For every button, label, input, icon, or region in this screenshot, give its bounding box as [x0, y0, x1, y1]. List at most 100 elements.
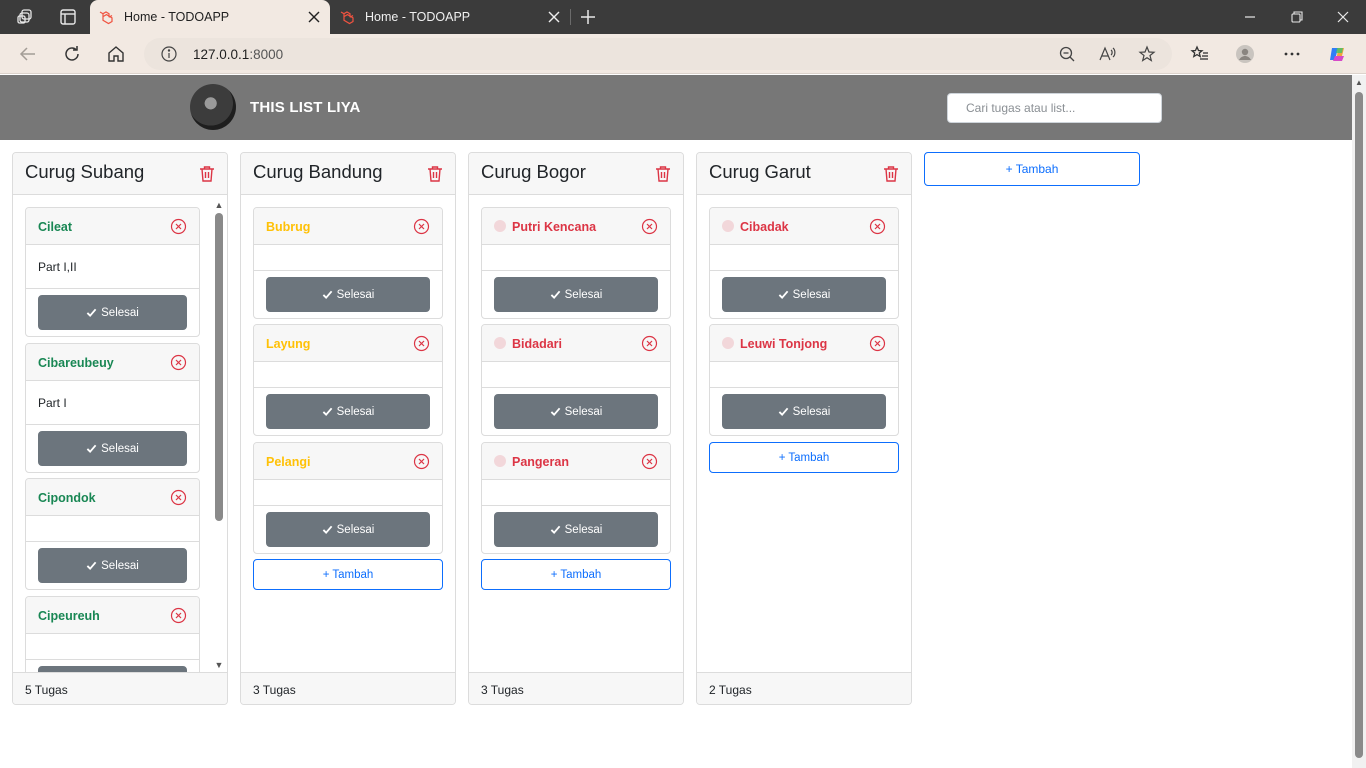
task-count: 3 Tugas	[241, 672, 455, 704]
done-button[interactable]: Selesai	[266, 277, 430, 312]
favorites-list-icon[interactable]	[1190, 44, 1210, 64]
list-body: Cileat Part I,II Selesai Cibareubeuy Par…	[13, 195, 227, 673]
workspaces-icon[interactable]	[16, 7, 36, 27]
task-footer: Selesai	[26, 289, 199, 336]
close-window-icon[interactable]	[1333, 7, 1353, 27]
task-card: Layung Selesai	[253, 324, 443, 436]
scroll-up-icon[interactable]: ▲	[1355, 79, 1363, 87]
page-scrollbar[interactable]: ▲	[1352, 75, 1366, 768]
done-button[interactable]: Selesai	[494, 512, 658, 547]
done-button[interactable]: Selesai	[494, 277, 658, 312]
task-count: 5 Tugas	[13, 672, 227, 704]
copilot-icon[interactable]	[1328, 44, 1348, 64]
tab-home-todoapp[interactable]: Home - TODOAPP	[331, 0, 570, 34]
list-body: Cibadak Selesai Leuwi Tonjong Selesai + …	[697, 195, 911, 673]
trash-icon[interactable]	[199, 165, 215, 183]
profile-icon[interactable]	[1235, 44, 1255, 64]
list-scrollbar[interactable]: ▲ ▼	[213, 200, 225, 670]
task-title[interactable]: Layung	[266, 337, 310, 351]
favorite-star-icon[interactable]	[1138, 45, 1156, 63]
task-count: 2 Tugas	[697, 672, 911, 704]
done-button[interactable]: Selesai	[38, 548, 187, 583]
task-title[interactable]: Putri Kencana	[512, 220, 596, 234]
home-icon[interactable]	[106, 44, 126, 64]
delete-task-icon[interactable]	[641, 453, 658, 470]
task-card: Cileat Part I,II Selesai	[25, 207, 200, 337]
search-input[interactable]	[947, 93, 1162, 123]
read-aloud-icon[interactable]	[1098, 45, 1116, 63]
trash-icon[interactable]	[427, 165, 443, 183]
done-button[interactable]: Selesai	[266, 512, 430, 547]
task-title[interactable]: Cibadak	[740, 220, 789, 234]
done-button[interactable]: Selesai	[266, 394, 430, 429]
add-task-button[interactable]: + Tambah	[481, 559, 671, 590]
task-title[interactable]: Cibareubeuy	[38, 356, 114, 370]
done-button[interactable]: Selesai	[722, 277, 886, 312]
site-info-icon[interactable]	[160, 45, 178, 63]
minimize-icon[interactable]	[1240, 7, 1260, 27]
done-button[interactable]: Selesai	[38, 295, 187, 330]
priority-dot	[722, 220, 734, 232]
task-count: 3 Tugas	[469, 672, 683, 704]
delete-task-icon[interactable]	[413, 335, 430, 352]
url-port: :8000	[249, 47, 284, 62]
delete-task-icon[interactable]	[869, 335, 886, 352]
delete-task-icon[interactable]	[641, 335, 658, 352]
close-tab-icon[interactable]	[544, 7, 564, 27]
list-column: Curug Bogor Putri Kencana Selesai Bidada…	[468, 152, 684, 705]
url-text[interactable]: 127.0.0.1:8000	[193, 47, 283, 62]
restore-icon[interactable]	[1287, 7, 1307, 27]
task-title[interactable]: Pelangi	[266, 455, 310, 469]
avatar[interactable]	[190, 84, 236, 130]
tab-home-todoapp-active[interactable]: Home - TODOAPP	[90, 0, 330, 34]
add-task-button[interactable]: + Tambah	[709, 442, 899, 473]
delete-task-icon[interactable]	[170, 607, 187, 624]
task-title[interactable]: Leuwi Tonjong	[740, 337, 827, 351]
task-description	[482, 245, 670, 271]
app-brand[interactable]: THIS LIST LIYA	[250, 99, 361, 116]
scroll-up-icon[interactable]: ▲	[214, 200, 224, 210]
delete-task-icon[interactable]	[413, 218, 430, 235]
task-title[interactable]: Bubrug	[266, 220, 310, 234]
address-bar[interactable]: 127.0.0.1:8000	[144, 38, 1172, 70]
page-scroll-thumb[interactable]	[1355, 92, 1363, 758]
close-tab-icon[interactable]	[304, 7, 324, 27]
add-list-button[interactable]: + Tambah	[924, 152, 1140, 186]
list-scroll-thumb[interactable]	[215, 213, 223, 521]
done-button[interactable]: Selesai	[38, 431, 187, 466]
task-footer: Selesai	[254, 271, 442, 318]
delete-task-icon[interactable]	[641, 218, 658, 235]
task-title[interactable]: Cipeureuh	[38, 609, 100, 623]
trash-icon[interactable]	[655, 165, 671, 183]
list-header: Curug Subang	[13, 153, 227, 195]
zoom-out-icon[interactable]	[1058, 45, 1076, 63]
new-tab-icon[interactable]	[578, 7, 598, 27]
tab-actions-icon[interactable]	[58, 7, 78, 27]
done-label: Selesai	[792, 405, 831, 418]
more-menu-icon[interactable]	[1282, 44, 1302, 64]
task-card: Cipeureuh Selesai	[25, 596, 200, 673]
list-title: Curug Subang	[25, 161, 145, 182]
scroll-down-icon[interactable]: ▼	[214, 660, 224, 670]
task-header: Bubrug	[254, 208, 442, 245]
done-button[interactable]: Selesai	[494, 394, 658, 429]
list-body: Bubrug Selesai Layung Selesai Pelangi Se…	[241, 195, 455, 673]
delete-task-icon[interactable]	[869, 218, 886, 235]
back-arrow-icon[interactable]	[18, 44, 38, 64]
delete-task-icon[interactable]	[170, 354, 187, 371]
task-description: Part I	[26, 381, 199, 425]
delete-task-icon[interactable]	[170, 218, 187, 235]
priority-dot	[494, 455, 506, 467]
task-title[interactable]: Cipondok	[38, 491, 96, 505]
delete-task-icon[interactable]	[413, 453, 430, 470]
done-button[interactable]: Selesai	[722, 394, 886, 429]
browser-tab-bar: Home - TODOAPP Home - TODOAPP	[0, 0, 1366, 34]
list-header: Curug Bogor	[469, 153, 683, 195]
add-task-button[interactable]: + Tambah	[253, 559, 443, 590]
task-title[interactable]: Cileat	[38, 220, 72, 234]
trash-icon[interactable]	[883, 165, 899, 183]
task-title[interactable]: Pangeran	[512, 455, 569, 469]
refresh-icon[interactable]	[62, 44, 82, 64]
task-title[interactable]: Bidadari	[512, 337, 562, 351]
delete-task-icon[interactable]	[170, 489, 187, 506]
